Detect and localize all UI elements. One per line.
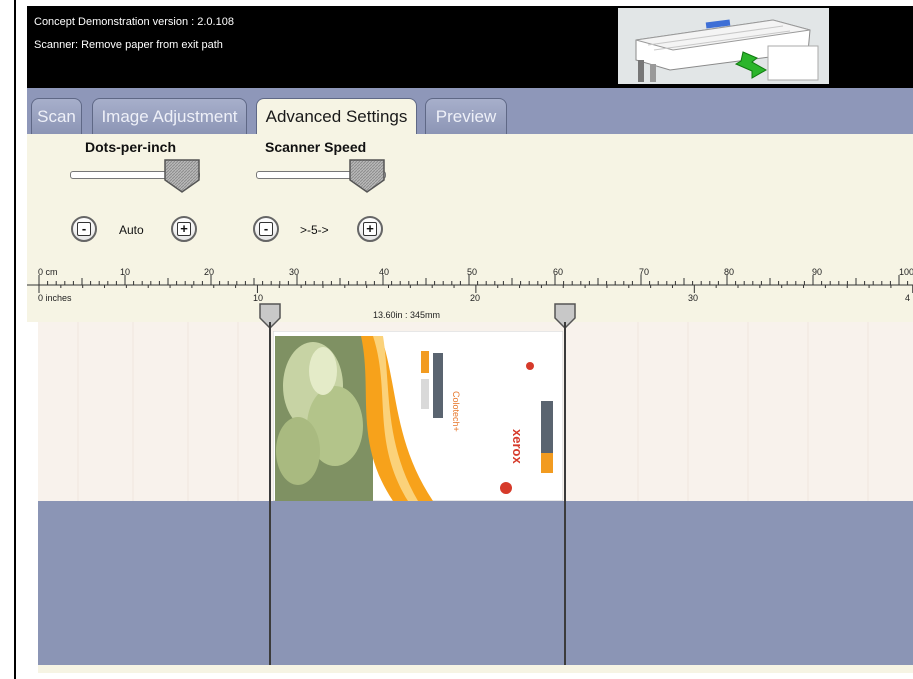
ruler-cm-label: 50 [467,267,478,277]
scan-size-readout: 13.60in : 345mm [373,310,441,320]
status-header: Concept Demonstration version : 2.0.108 … [27,6,913,88]
plus-icon: + [363,222,377,236]
advanced-settings-panel: Dots-per-inch - Auto + Scanner Speed - >… [27,134,913,259]
window-frame-edge [14,0,16,679]
right-crop-line [564,322,566,665]
scanner-status-text: Scanner: Remove paper from exit path [34,39,223,51]
speed-slider-thumb[interactable] [348,158,386,194]
dpi-label: Dots-per-inch [85,139,176,155]
tab-bar: Scan Image Adjustment Advanced Settings … [27,88,913,135]
speed-label: Scanner Speed [265,139,367,155]
ruler-inch-label: 10 [253,293,264,303]
ruler-cm-label: 60 [553,267,564,277]
scanned-document-preview: Colotech+ xerox [272,330,564,502]
tab-preview[interactable]: Preview [425,98,507,134]
plus-icon: + [177,222,191,236]
ruler-inch-unit: 0 inches [38,293,72,303]
left-crop-line [269,322,271,665]
scanner-status-image [618,8,829,84]
ruler-cm-label: 80 [724,267,735,277]
ruler: 0 cm 10 20 30 40 50 60 70 80 90 100 0 in… [27,259,913,322]
ruler-cm-unit: 0 cm [38,267,58,277]
version-text: Concept Demonstration version : 2.0.108 [34,16,234,28]
tab-scan[interactable]: Scan [31,98,82,134]
ruler-cm-label: 30 [289,267,300,277]
dpi-slider-thumb[interactable] [163,158,201,194]
speed-decrease-button[interactable]: - [253,216,279,242]
document-brand: xerox [510,429,525,464]
tab-advanced-settings[interactable]: Advanced Settings [256,98,417,135]
minus-icon: - [259,222,273,236]
ruler-inch-label: 4 [905,293,911,303]
ruler-cm-label: 70 [639,267,650,277]
dpi-value: Auto [119,223,144,237]
minus-icon: - [77,222,91,236]
ruler-cm-label: 100 [899,267,913,277]
dpi-increase-button[interactable]: + [171,216,197,242]
tab-image-adjustment[interactable]: Image Adjustment [92,98,247,134]
ruler-cm-label: 20 [204,267,215,277]
ruler-cm-label: 40 [379,267,390,277]
scanner-app: Concept Demonstration version : 2.0.108 … [27,6,913,673]
ruler-cm-label: 10 [120,267,131,277]
speed-increase-button[interactable]: + [357,216,383,242]
document-product-name: Colotech+ [451,391,461,432]
ruler-inch-label: 30 [688,293,699,303]
ruler-inch-label: 20 [470,293,481,303]
dpi-decrease-button[interactable]: - [71,216,97,242]
scan-empty-area [38,501,913,665]
bottom-margin [38,665,913,673]
ruler-cm-label: 90 [812,267,823,277]
speed-value: >-5-> [300,223,329,237]
